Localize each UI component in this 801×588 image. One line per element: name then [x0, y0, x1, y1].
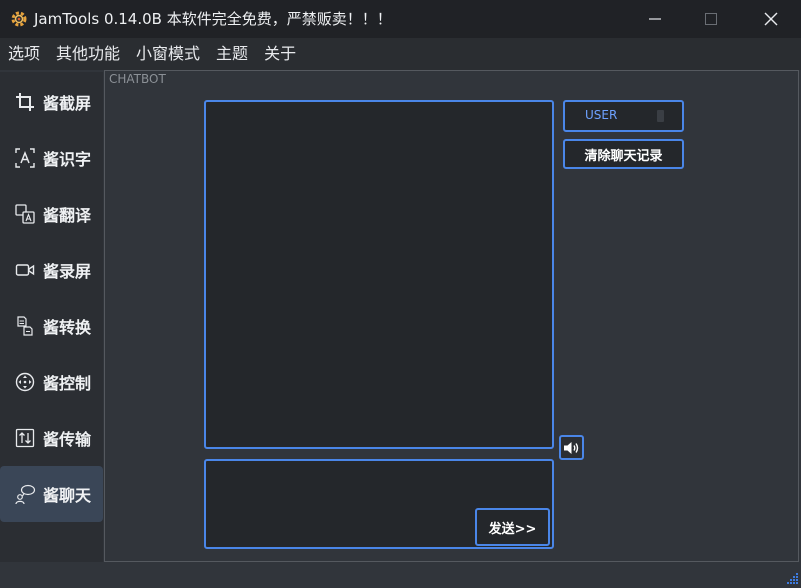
resize-grip-icon[interactable]	[785, 572, 799, 586]
user-role-select[interactable]: USER	[563, 100, 684, 132]
file-convert-icon	[14, 315, 36, 337]
sidebar-item-label: 酱转换	[43, 318, 92, 337]
clear-history-button[interactable]: 清除聊天记录	[563, 139, 684, 169]
panel-title: CHATBOT	[109, 72, 166, 86]
menu-theme[interactable]: 主题	[216, 38, 248, 70]
select-handle-icon	[657, 110, 664, 122]
sidebar-item-control[interactable]: 酱控制	[0, 354, 103, 410]
sidebar-item-label: 酱截屏	[43, 94, 92, 113]
close-icon	[764, 12, 778, 26]
translate-icon	[14, 203, 36, 225]
sidebar-item-translate[interactable]: 酱翻译	[0, 186, 103, 242]
sidebar-item-transfer[interactable]: 酱传输	[0, 410, 103, 466]
sidebar-item-label: 酱翻译	[43, 206, 92, 225]
sidebar-item-label: 酱聊天	[43, 486, 92, 505]
menu-small-window[interactable]: 小窗模式	[136, 38, 200, 70]
maximize-icon	[705, 13, 717, 25]
sidebar-item-label: 酱控制	[43, 374, 92, 393]
sidebar-item-label: 酱传输	[43, 430, 92, 449]
sidebar-item-chat[interactable]: 酱聊天	[0, 466, 103, 522]
sidebar-item-screenshot[interactable]: 酱截屏	[0, 74, 103, 130]
ocr-icon	[14, 147, 36, 169]
chat-history-display[interactable]	[204, 100, 554, 449]
minimize-button[interactable]	[626, 0, 684, 38]
sidebar-item-label: 酱录屏	[43, 262, 92, 281]
send-button[interactable]: 发送>>	[475, 508, 550, 546]
menu-bar: 选项 其他功能 小窗模式 主题 关于	[0, 38, 801, 70]
speaker-icon	[563, 441, 578, 454]
maximize-button[interactable]	[682, 0, 740, 38]
crop-icon	[14, 91, 36, 113]
title-bar[interactable]: JamTools 0.14.0B 本软件完全免费，严禁贩卖！！！	[0, 0, 801, 38]
window-title: JamTools 0.14.0B 本软件完全免费，严禁贩卖！！！	[34, 10, 392, 28]
app-window: JamTools 0.14.0B 本软件完全免费，严禁贩卖！！！ 选项 其他功能…	[0, 0, 801, 588]
sidebar-item-label: 酱识字	[43, 150, 92, 169]
sidebar-item-convert[interactable]: 酱转换	[0, 298, 103, 354]
chatbot-panel: CHATBOT USER 清除聊天记录 发送>>	[104, 70, 799, 562]
menu-about[interactable]: 关于	[264, 38, 296, 70]
status-bar	[0, 562, 801, 588]
minimize-icon	[649, 18, 661, 20]
sidebar-item-ocr[interactable]: 酱识字	[0, 130, 103, 186]
chat-icon	[14, 483, 36, 505]
menu-options[interactable]: 选项	[8, 38, 40, 70]
video-icon	[14, 259, 36, 281]
control-icon	[14, 371, 36, 393]
menu-other-functions[interactable]: 其他功能	[56, 38, 120, 70]
sidebar: 酱截屏 酱识字 酱翻译 酱录屏 酱转换 酱控制 酱传输 酱聊天	[0, 72, 103, 562]
transfer-icon	[14, 427, 36, 449]
user-role-value: USER	[585, 108, 618, 122]
app-logo-icon	[9, 9, 29, 29]
sidebar-item-record[interactable]: 酱录屏	[0, 242, 103, 298]
close-button[interactable]	[742, 0, 800, 38]
speaker-button[interactable]	[559, 435, 584, 460]
